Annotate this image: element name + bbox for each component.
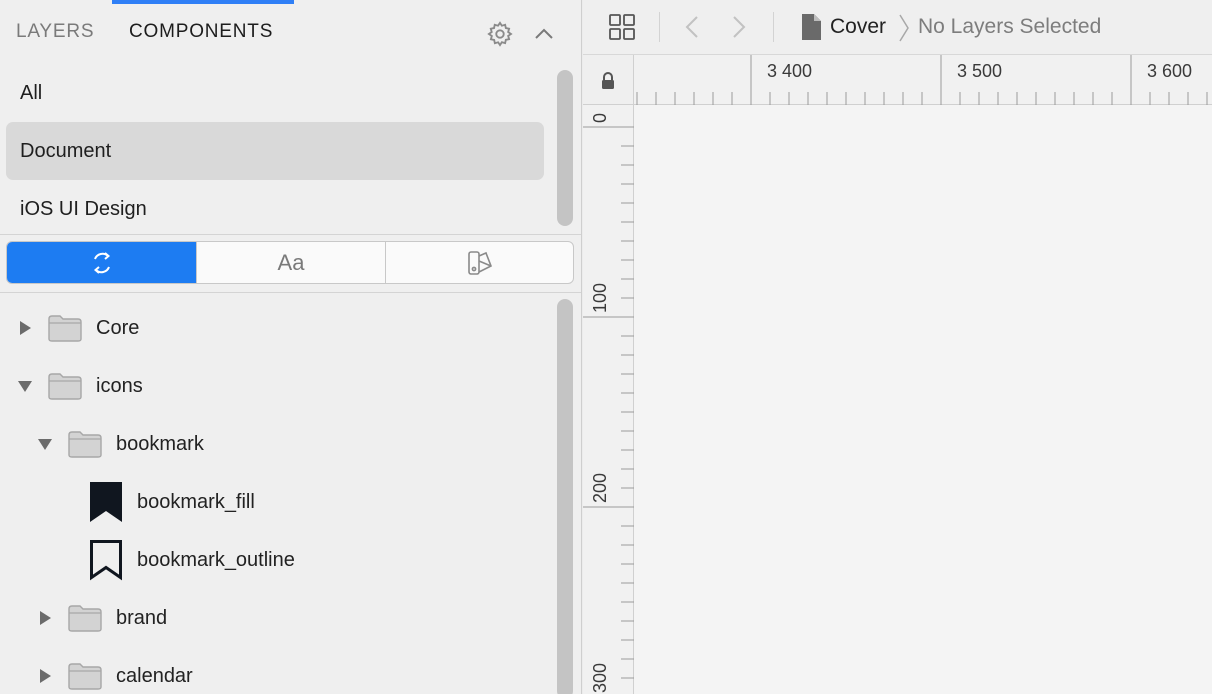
- ruler-label: 3 500: [957, 61, 1003, 81]
- chevron-up-icon[interactable]: [533, 23, 555, 45]
- tree-item-label: icons: [96, 374, 143, 397]
- tree-item-core[interactable]: Core: [16, 299, 139, 357]
- ruler-label: 3 600: [1147, 61, 1193, 81]
- components-panel: LAYERS COMPONENTS All Document iOS UI De…: [0, 0, 582, 694]
- horizontal-ruler[interactable]: 3 400 3 500 3 600: [634, 55, 1212, 105]
- component-type-segmented-control: Aa: [6, 241, 574, 284]
- bookmark-fill-icon: [90, 482, 122, 522]
- disclosure-collapsed-icon[interactable]: [36, 609, 54, 627]
- library-item-ios-ui-design[interactable]: iOS UI Design: [6, 180, 544, 238]
- segment-symbols[interactable]: [7, 242, 196, 283]
- ruler-corner: [583, 55, 634, 105]
- tab-components[interactable]: COMPONENTS: [129, 21, 273, 43]
- tree-item-brand[interactable]: brand: [36, 589, 167, 647]
- design-canvas[interactable]: [634, 105, 1212, 694]
- ruler-label: 100: [590, 282, 610, 313]
- folder-icon: [68, 605, 102, 632]
- tree-item-label: bookmark: [116, 432, 204, 455]
- disclosure-expanded-icon[interactable]: [16, 377, 34, 395]
- symbols-icon: [93, 251, 110, 274]
- panel-tab-bar: LAYERS COMPONENTS: [0, 0, 581, 62]
- library-item-all[interactable]: All: [6, 64, 544, 122]
- ruler-ticks: [583, 126, 634, 679]
- toolbar-separator: [773, 12, 774, 42]
- segment-text-styles[interactable]: Aa: [196, 242, 385, 283]
- breadcrumb-page[interactable]: Cover: [830, 15, 886, 39]
- bookmark-outline-icon: [90, 540, 122, 581]
- canvas-toolbar: Cover No Layers Selected: [583, 0, 1212, 55]
- library-list: All Document iOS UI Design: [0, 62, 581, 238]
- tree-item-bookmark-outline[interactable]: bookmark_outline: [89, 531, 295, 589]
- tree-item-label: bookmark_outline: [137, 548, 295, 571]
- active-tab-indicator: [112, 0, 294, 4]
- vertical-ruler[interactable]: 0 100 200 300: [583, 105, 634, 694]
- breadcrumb-selection: No Layers Selected: [918, 15, 1102, 38]
- tree-item-label: bookmark_fill: [137, 490, 255, 513]
- tree-item-bookmark[interactable]: bookmark: [36, 415, 204, 473]
- ruler-label: 200: [590, 472, 610, 503]
- gear-icon[interactable]: [486, 20, 514, 48]
- divider: [0, 234, 581, 235]
- ruler-label: 300: [590, 662, 610, 693]
- disclosure-expanded-icon[interactable]: [36, 435, 54, 453]
- library-item-document[interactable]: Document: [6, 122, 544, 180]
- component-tree: Core icons bookmark bookmark_fill bookma…: [0, 292, 581, 694]
- folder-icon: [68, 431, 102, 458]
- chevron-right-icon[interactable]: [729, 14, 749, 40]
- tree-item-icons[interactable]: icons: [16, 357, 143, 415]
- chevron-left-icon[interactable]: [682, 14, 702, 40]
- grid-view-icon[interactable]: [607, 12, 637, 42]
- tree-item-label: brand: [116, 606, 168, 629]
- tree-item-label: Core: [96, 316, 140, 339]
- disclosure-collapsed-icon[interactable]: [16, 319, 34, 337]
- ruler-label: 0: [590, 112, 610, 123]
- library-scrollbar[interactable]: [557, 70, 573, 226]
- disclosure-collapsed-icon[interactable]: [36, 667, 54, 685]
- folder-icon: [48, 373, 82, 400]
- page-icon: [802, 14, 821, 40]
- toolbar-separator: [659, 12, 660, 42]
- breadcrumb-chevron-icon: [899, 14, 909, 42]
- tab-layers[interactable]: LAYERS: [16, 21, 94, 43]
- ruler-ticks: [636, 55, 1208, 105]
- ruler-label: 3 400: [767, 61, 813, 81]
- segment-layer-styles[interactable]: [385, 242, 573, 283]
- tree-item-bookmark-fill[interactable]: bookmark_fill: [89, 473, 255, 531]
- canvas-area: Cover No Layers Selected 3 400 3 500 3 6…: [583, 0, 1212, 694]
- tree-item-label: calendar: [116, 664, 193, 687]
- folder-icon: [68, 663, 102, 690]
- tree-item-calendar[interactable]: calendar: [36, 647, 193, 694]
- folder-icon: [48, 315, 82, 342]
- layer-styles-icon: [468, 250, 493, 275]
- tree-scrollbar[interactable]: [557, 299, 573, 694]
- lock-icon[interactable]: [600, 72, 616, 90]
